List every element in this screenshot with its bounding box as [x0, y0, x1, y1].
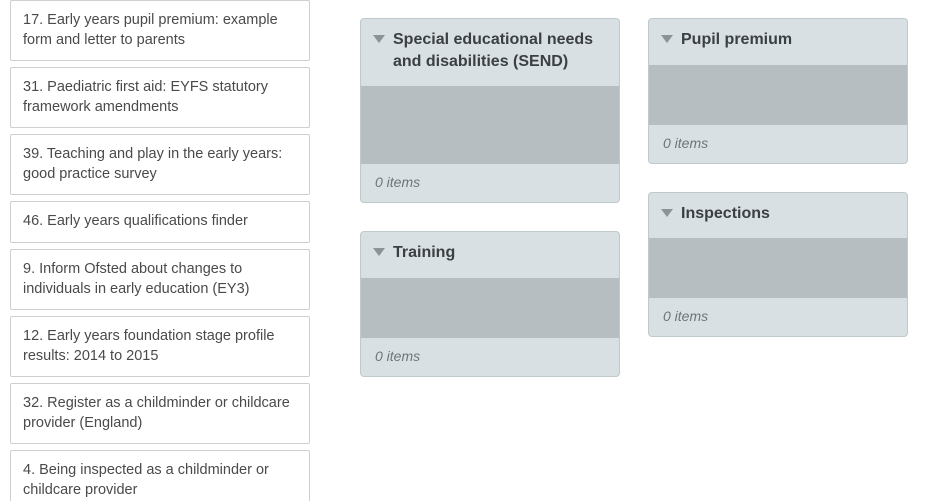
list-item[interactable]: 31. Paediatric first aid: EYFS statutory…: [10, 67, 310, 128]
list-item[interactable]: 39. Teaching and play in the early years…: [10, 134, 310, 195]
card-dropzone[interactable]: [649, 238, 907, 298]
main-area: Special educational needs and disabiliti…: [320, 0, 930, 501]
card-title: Special educational needs and disabiliti…: [393, 29, 605, 72]
list-item[interactable]: 32. Register as a childminder or childca…: [10, 383, 310, 444]
collapse-icon[interactable]: [373, 35, 385, 43]
card-header: Pupil premium: [649, 19, 907, 65]
collapse-icon[interactable]: [661, 35, 673, 43]
card-header: Inspections: [649, 193, 907, 239]
card-footer: 0 items: [361, 338, 619, 376]
card-pupil-premium[interactable]: Pupil premium 0 items: [648, 18, 908, 164]
card-send[interactable]: Special educational needs and disabiliti…: [360, 18, 620, 203]
card-title: Inspections: [681, 203, 770, 225]
card-header: Special educational needs and disabiliti…: [361, 19, 619, 86]
list-item[interactable]: 17. Early years pupil premium: example f…: [10, 0, 310, 61]
card-dropzone[interactable]: [649, 65, 907, 125]
collapse-icon[interactable]: [373, 248, 385, 256]
sidebar[interactable]: 17. Early years pupil premium: example f…: [0, 0, 320, 501]
card-footer: 0 items: [361, 164, 619, 202]
list-item[interactable]: 9. Inform Ofsted about changes to indivi…: [10, 249, 310, 310]
card-title: Training: [393, 242, 455, 264]
column-2: Pupil premium 0 items Inspections 0 item…: [648, 18, 908, 337]
card-inspections[interactable]: Inspections 0 items: [648, 192, 908, 338]
card-footer: 0 items: [649, 125, 907, 163]
card-title: Pupil premium: [681, 29, 792, 51]
list-item[interactable]: 4. Being inspected as a childminder or c…: [10, 450, 310, 501]
list-item[interactable]: 12. Early years foundation stage profile…: [10, 316, 310, 377]
card-dropzone[interactable]: [361, 278, 619, 338]
card-training[interactable]: Training 0 items: [360, 231, 620, 377]
card-dropzone[interactable]: [361, 86, 619, 164]
card-header: Training: [361, 232, 619, 278]
list-item[interactable]: 46. Early years qualifications finder: [10, 201, 310, 243]
collapse-icon[interactable]: [661, 209, 673, 217]
column-1: Special educational needs and disabiliti…: [360, 18, 620, 377]
card-footer: 0 items: [649, 298, 907, 336]
